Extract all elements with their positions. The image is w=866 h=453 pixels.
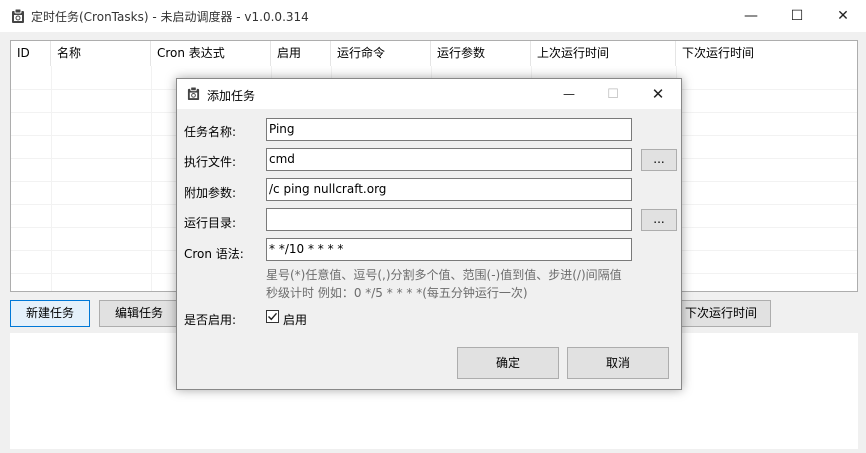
enabled-checkbox-label[interactable]: 启用 [283,311,307,328]
column-header-enabled[interactable]: 启用 [271,41,331,66]
exec-file-label: 执行文件: [184,155,237,169]
cron-syntax-label: Cron 语法: [184,247,244,261]
working-dir-label: 运行目录: [184,216,237,230]
task-name-label: 任务名称: [184,125,237,139]
column-header-cron[interactable]: Cron 表达式 [151,41,271,66]
column-header-name[interactable]: 名称 [51,41,151,66]
column-header-next-run[interactable]: 下次运行时间 [676,41,857,66]
clipboard-icon [12,8,24,23]
column-header-last-run[interactable]: 上次运行时间 [531,41,676,66]
column-header-args[interactable]: 运行参数 [431,41,531,66]
extra-args-input[interactable]: /c ping nullcraft.org [266,178,632,201]
minimize-icon: — [744,8,758,24]
dialog-title: 添加任务 [207,89,256,103]
edit-task-button[interactable]: 编辑任务 [99,300,179,327]
minimize-button[interactable]: — [728,0,774,32]
main-titlebar: 定时任务(CronTasks) - 未启动调度器 - v1.0.0.314 — … [0,0,866,32]
next-run-time-button[interactable]: 下次运行时间 [671,300,771,327]
close-icon: ✕ [837,8,849,24]
column-header-id[interactable]: ID [11,41,51,66]
column-divider [51,66,52,291]
dialog-minimize-button[interactable]: — [546,79,592,109]
extra-args-label: 附加参数: [184,186,237,200]
cancel-button[interactable]: 取消 [567,347,669,379]
enabled-checkbox[interactable] [266,310,279,323]
window-title: 定时任务(CronTasks) - 未启动调度器 - v1.0.0.314 [31,10,309,24]
dialog-titlebar: 添加任务 — ☐ ✕ [177,79,681,109]
dialog-maximize-button: ☐ [590,79,636,109]
exec-file-input[interactable]: cmd [266,148,632,171]
column-header-command[interactable]: 运行命令 [331,41,431,66]
dialog-close-button[interactable]: ✕ [635,79,681,109]
add-task-dialog: 添加任务 — ☐ ✕ 任务名称: Ping 执行文件: cmd ... 附加参数… [176,78,682,390]
checkmark-icon [268,312,278,321]
ok-button[interactable]: 确定 [457,347,559,379]
task-name-input[interactable]: Ping [266,118,632,141]
browse-exec-button[interactable]: ... [641,149,677,171]
working-dir-input[interactable] [266,208,632,231]
column-divider [151,66,152,291]
maximize-icon: ☐ [607,86,619,102]
maximize-icon: ☐ [790,8,804,24]
new-task-button[interactable]: 新建任务 [10,300,90,327]
maximize-button[interactable]: ☐ [774,0,820,32]
browse-dir-button[interactable]: ... [641,209,677,231]
cron-syntax-input[interactable]: * */10 * * * * [266,238,632,261]
cron-hint-line1: 星号(*)任意值、逗号(,)分割多个值、范围(-)值到值、步进(/)间隔值 [266,268,622,282]
cron-hint-line2: 秒级计时 例如：0 */5 * * * *(每五分钟运行一次) [266,286,528,300]
close-button[interactable]: ✕ [820,0,866,32]
clipboard-icon [187,86,200,100]
enabled-label: 是否启用: [184,313,237,327]
minimize-icon: — [563,87,575,101]
table-header: ID 名称 Cron 表达式 启用 运行命令 运行参数 上次运行时间 下次运行时… [11,41,857,66]
close-icon: ✕ [651,85,665,103]
